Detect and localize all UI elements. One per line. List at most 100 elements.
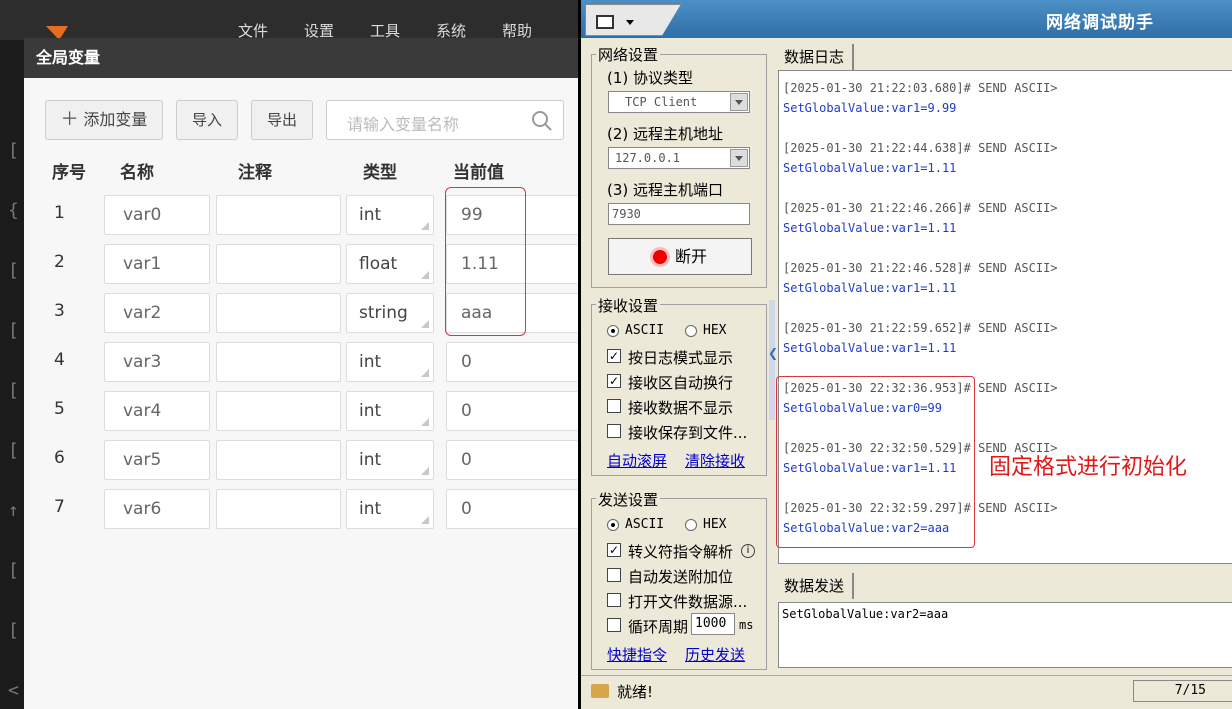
escape-parse-checkbox[interactable]: ✓ [607, 543, 621, 557]
variable-type-select[interactable]: int [346, 391, 434, 431]
log-mode-checkbox[interactable]: ✓ [607, 349, 621, 363]
protocol-label: (1) 协议类型 [607, 69, 694, 87]
bracket-icon[interactable]: [ [8, 140, 19, 161]
send-ascii-radio[interactable] [607, 519, 619, 531]
send-ascii-label: ASCII [625, 517, 665, 532]
search-icon[interactable] [531, 110, 553, 132]
add-variable-button[interactable]: ＋ 添加变量 [45, 100, 163, 140]
col-header-comment: 注释 [238, 163, 272, 183]
dialog-title: 全局变量 [24, 38, 578, 78]
remote-port-input[interactable]: 7930 [608, 203, 750, 225]
info-icon[interactable]: i [741, 544, 755, 558]
network-settings-title: 网络设置 [596, 44, 661, 65]
variable-type-select[interactable]: float [346, 244, 434, 284]
variable-search-input[interactable]: 请输入变量名称 [326, 100, 564, 140]
variable-type-select[interactable]: int [346, 489, 434, 529]
shortcut-commands-link[interactable]: 快捷指令 [607, 644, 667, 665]
receive-settings-title: 接收设置 [596, 295, 661, 316]
log-entry-header: [2025-01-30 21:22:46.528]# SEND ASCII> [783, 261, 1058, 275]
arrow-up-icon[interactable]: ↑ [8, 500, 19, 521]
hide-data-checkbox[interactable] [607, 399, 621, 413]
search-placeholder: 请输入变量名称 [347, 115, 460, 134]
dropdown-arrow-icon [626, 20, 634, 25]
auto-wrap-label: 接收区自动换行 [628, 374, 734, 392]
variable-comment-input[interactable] [216, 342, 341, 382]
log-entry-header: [2025-01-30 21:22:44.638]# SEND ASCII> [783, 141, 1058, 155]
send-textarea[interactable]: SetGlobalValue:var2=aaa [778, 602, 1232, 668]
variable-type-select[interactable]: int [346, 195, 434, 235]
log-entry-body: SetGlobalValue:var1=1.11 [783, 341, 957, 355]
bracket-icon[interactable]: [ [8, 440, 19, 461]
send-hex-radio[interactable] [685, 519, 697, 531]
variable-comment-input[interactable] [216, 293, 341, 333]
send-history-link[interactable]: 历史发送 [685, 644, 745, 665]
open-file-checkbox[interactable] [607, 593, 621, 607]
open-file-label: 打开文件数据源... [628, 593, 748, 611]
variable-name-input[interactable]: var0 [104, 195, 210, 235]
protocol-select[interactable]: TCP Client [608, 91, 750, 113]
send-settings-title: 发送设置 [596, 489, 661, 510]
variable-comment-input[interactable] [216, 489, 341, 529]
annotation-text: 固定格式进行初始化 [989, 455, 1188, 480]
variable-value-input[interactable]: 0 [446, 489, 578, 529]
chevron-left-icon[interactable]: ❮ [768, 346, 778, 360]
variable-value-input[interactable]: 0 [446, 342, 578, 382]
export-button[interactable]: 导出 [251, 100, 313, 140]
tab-data-send[interactable]: 数据发送 [778, 573, 855, 599]
save-file-checkbox[interactable] [607, 424, 621, 438]
recv-hex-label: HEX [703, 323, 727, 338]
hand-pointer-icon [591, 684, 609, 698]
variable-name-input[interactable]: var4 [104, 391, 210, 431]
window-menu-tab[interactable] [585, 4, 681, 36]
clear-receive-link[interactable]: 清除接收 [685, 450, 745, 471]
bracket-icon[interactable]: [ [8, 560, 19, 581]
bracket-icon[interactable]: [ [8, 320, 19, 341]
loop-checkbox[interactable] [607, 618, 621, 632]
connection-status-icon [652, 250, 667, 264]
recv-hex-radio[interactable] [685, 325, 697, 337]
chevron-left-icon[interactable]: < [8, 680, 19, 701]
loop-period-input[interactable]: 1000 [691, 613, 735, 635]
col-header-value: 当前值 [453, 163, 504, 183]
row-index: 4 [54, 350, 65, 370]
top-menu-bar: 文件 设置 工具 系统 帮助 [0, 0, 578, 40]
variable-name-input[interactable]: var1 [104, 244, 210, 284]
bracket-icon[interactable]: [ [8, 380, 19, 401]
variable-value-input[interactable]: 0 [446, 440, 578, 480]
panel-collapse-handle[interactable]: ❮ [768, 300, 778, 420]
brace-icon[interactable]: { [8, 200, 19, 221]
tab-data-log[interactable]: 数据日志 [778, 44, 855, 70]
disconnect-button[interactable]: 断开 [608, 238, 752, 275]
chevron-down-icon[interactable] [730, 149, 748, 167]
value-highlight-box [445, 187, 526, 336]
variable-name-input[interactable]: var6 [104, 489, 210, 529]
append-check-checkbox[interactable] [607, 568, 621, 582]
import-button[interactable]: 导入 [176, 100, 238, 140]
variable-comment-input[interactable] [216, 195, 341, 235]
auto-scroll-link[interactable]: 自动滚屏 [607, 450, 667, 471]
variable-comment-input[interactable] [216, 440, 341, 480]
variable-type-select[interactable]: int [346, 440, 434, 480]
recv-ascii-radio[interactable] [607, 325, 619, 337]
log-entry-header: [2025-01-30 21:22:59.652]# SEND ASCII> [783, 321, 1058, 335]
chevron-down-icon[interactable] [730, 93, 748, 111]
variable-value-input[interactable]: 0 [446, 391, 578, 431]
auto-wrap-checkbox[interactable]: ✓ [607, 374, 621, 388]
remote-host-label: (2) 远程主机地址 [607, 125, 724, 143]
row-index: 2 [54, 252, 65, 272]
col-header-type: 类型 [363, 163, 397, 183]
variable-type-select[interactable]: int [346, 342, 434, 382]
remote-host-select[interactable]: 127.0.0.1 [608, 147, 750, 169]
global-variables-app: 文件 设置 工具 系统 帮助 [ { [ [ [ [ ↑ [ [ < 全局变量 … [0, 0, 578, 709]
col-header-name: 名称 [120, 163, 154, 183]
title-bar: 网络调试助手 [581, 0, 1232, 38]
variable-comment-input[interactable] [216, 391, 341, 431]
bracket-icon[interactable]: [ [8, 260, 19, 281]
variable-name-input[interactable]: var2 [104, 293, 210, 333]
variable-comment-input[interactable] [216, 244, 341, 284]
variable-name-input[interactable]: var5 [104, 440, 210, 480]
variable-name-input[interactable]: var3 [104, 342, 210, 382]
variable-type-select[interactable]: string [346, 293, 434, 333]
bracket-icon[interactable]: [ [8, 620, 19, 641]
global-variables-dialog: 全局变量 ＋ 添加变量 导入 导出 请输入变量名称 序号 名称 注释 类型 当前… [24, 38, 578, 709]
